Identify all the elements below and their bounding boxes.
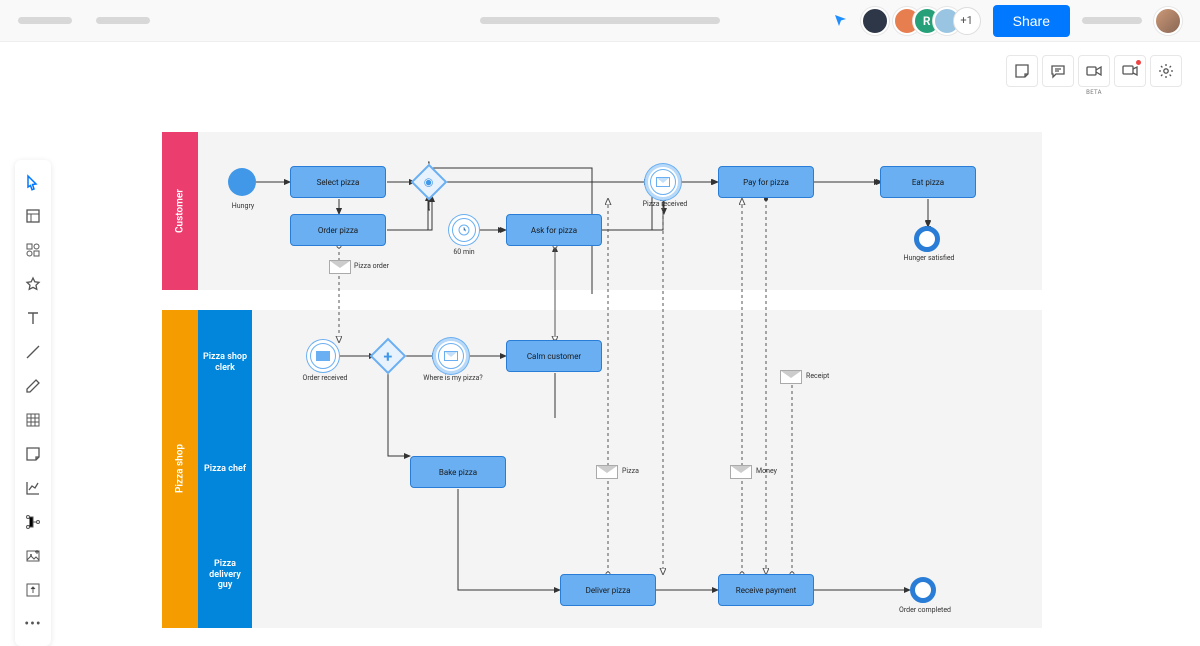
plus-icon: + [384,347,393,366]
cursor-icon [833,13,849,29]
text-icon [25,310,41,326]
label-hunger-satisfied: Hunger satisfied [894,254,964,262]
envelope-icon [444,351,458,361]
tool-export[interactable] [23,580,43,600]
task-ask-for-pizza[interactable]: Ask for pizza [506,214,602,246]
cursor-icon [24,173,42,191]
present-button[interactable] [1114,55,1146,87]
comment-button[interactable] [1042,55,1074,87]
placeholder-title [18,17,72,24]
label-60min: 60 min [446,248,482,256]
present-icon [1122,63,1138,79]
tool-connectors[interactable] [23,512,43,532]
label-receipt: Receipt [806,372,846,380]
tool-shapes[interactable] [23,240,43,260]
start-event-hungry[interactable] [228,168,256,196]
message-money[interactable] [730,465,752,479]
message-pizza-order[interactable] [329,260,351,274]
placeholder-subtitle [96,17,150,24]
event-pizza-received[interactable] [650,169,676,195]
lane-header-customer[interactable]: Customer [162,132,198,290]
tool-more[interactable]: ••• [23,614,43,634]
gateway-icon: ◉ [424,175,434,188]
placeholder-center [480,17,720,24]
lane-body-customer [198,132,1042,290]
note-icon [1014,63,1030,79]
image-icon [25,548,41,564]
label-pizza-received: Pizza received [638,200,692,208]
settings-button[interactable] [1150,55,1182,87]
tool-select[interactable] [23,172,43,192]
left-toolbar: ••• [15,160,51,646]
tool-favorite[interactable] [23,274,43,294]
tool-pen[interactable] [23,376,43,396]
message-pizza[interactable] [596,465,618,479]
label-pizza: Pizza [622,467,652,475]
gear-icon [1158,63,1174,79]
tool-chart[interactable] [23,478,43,498]
tool-text[interactable] [23,308,43,328]
placeholder-menu [1082,17,1142,24]
export-icon [25,582,41,598]
sticky-icon [25,446,41,462]
beta-label: BETA [1086,89,1102,96]
end-event-order-completed[interactable] [910,577,936,603]
top-header: R +1 Share [0,0,1200,42]
avatar-current-user[interactable] [861,7,889,35]
envelope-icon [656,177,670,187]
star-icon [25,276,41,292]
video-button[interactable]: BETA [1078,55,1110,87]
clock-icon [458,224,470,236]
event-where-is-my-pizza[interactable] [438,343,464,369]
task-pay-for-pizza[interactable]: Pay for pizza [718,166,814,198]
shapes-icon [25,242,41,258]
tool-template[interactable] [23,206,43,226]
sublane-header-chef[interactable]: Pizza chef [198,416,252,522]
secondary-toolbar: BETA [1006,55,1182,87]
lane-header-pizza-shop[interactable]: Pizza shop [162,310,198,628]
chart-icon [25,480,41,496]
task-receive-payment[interactable]: Receive payment [718,574,814,606]
avatar-group: R +1 [901,7,981,35]
label-where-is-my-pizza: Where is my pizza? [420,374,486,382]
task-bake-pizza[interactable]: Bake pizza [410,456,506,488]
tool-sticky[interactable] [23,444,43,464]
note-button[interactable] [1006,55,1038,87]
label-order-received: Order received [298,374,352,382]
table-icon [25,412,41,428]
task-deliver-pizza[interactable]: Deliver pizza [560,574,656,606]
tool-line[interactable] [23,342,43,362]
label-pizza-order: Pizza order [354,262,399,270]
task-select-pizza[interactable]: Select pizza [290,166,386,198]
video-icon [1086,63,1102,79]
sublane-header-clerk[interactable]: Pizza shop clerk [198,310,252,416]
template-icon [25,208,41,224]
tool-table[interactable] [23,410,43,430]
notification-dot-icon [1136,60,1141,65]
line-icon [25,344,41,360]
end-event-hunger-satisfied[interactable] [914,226,940,252]
event-order-received[interactable] [310,343,336,369]
header-left [18,17,150,24]
lane-body-clerk [252,310,1042,416]
label-order-completed: Order completed [892,606,958,614]
task-order-pizza[interactable]: Order pizza [290,214,386,246]
avatar-overflow-count[interactable]: +1 [953,7,981,35]
comment-icon [1050,63,1066,79]
timer-event-60min[interactable] [452,218,476,242]
label-hungry: Hungry [224,202,262,210]
pen-icon [25,378,41,394]
connectors-icon [25,514,41,530]
sublane-header-delivery[interactable]: Pizza delivery guy [198,522,252,628]
header-right: R +1 Share [833,5,1182,37]
task-calm-customer[interactable]: Calm customer [506,340,602,372]
task-eat-pizza[interactable]: Eat pizza [880,166,976,198]
share-button[interactable]: Share [993,5,1070,37]
message-receipt[interactable] [780,370,802,384]
diagram-canvas[interactable]: Customer Pizza shop Pizza shop clerk Piz… [162,132,1042,628]
tool-image[interactable] [23,546,43,566]
label-money: Money [756,467,790,475]
envelope-icon [316,351,330,361]
avatar-profile[interactable] [1154,7,1182,35]
